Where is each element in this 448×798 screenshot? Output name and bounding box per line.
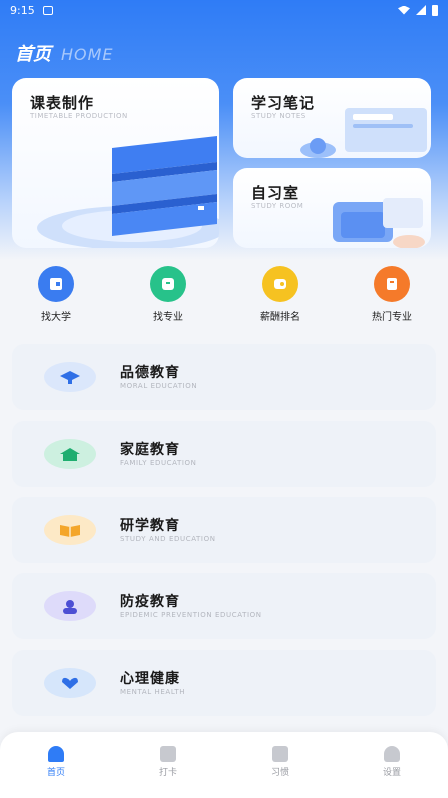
- habit-icon: [272, 746, 288, 762]
- page-title: 首页: [15, 44, 51, 65]
- tab-home[interactable]: 首页: [26, 746, 86, 778]
- book-icon: [44, 515, 96, 545]
- tab-label: 习惯: [270, 768, 289, 778]
- quick-label: 热门专业: [372, 312, 412, 323]
- quick-actions: 找大学 找专业 薪酬排名 热门专业: [0, 262, 448, 334]
- list-item-title: 心理健康: [120, 671, 180, 687]
- tab-label: 首页: [46, 768, 65, 778]
- clipboard-check-icon: [160, 746, 176, 762]
- list-item-title: 品德教育: [120, 365, 180, 381]
- list-item-study[interactable]: 研学教育 STUDY AND EDUCATION: [12, 497, 436, 563]
- battery-icon: [432, 4, 438, 16]
- notes-illustration: [300, 108, 427, 158]
- quick-label: 薪酬排名: [260, 312, 300, 323]
- study-notes-card[interactable]: 学习笔记 STUDY NOTES: [233, 78, 431, 158]
- quick-find-major[interactable]: 找专业: [128, 262, 208, 323]
- user-settings-icon: [384, 746, 400, 762]
- house-icon: [44, 439, 96, 469]
- list-item-moral[interactable]: 品德教育 MORAL EDUCATION: [12, 344, 436, 410]
- status-time: 9:15: [10, 3, 35, 17]
- list-item-title: 家庭教育: [120, 442, 180, 458]
- signal-icon: [416, 5, 426, 15]
- tab-habits[interactable]: 习惯: [250, 746, 310, 778]
- notification-icon: [42, 5, 53, 15]
- list-item-subtitle: FAMILY EDUCATION: [120, 459, 197, 467]
- quick-salary-ranking[interactable]: 薪酬排名: [240, 262, 320, 323]
- list-item-subtitle: MORAL EDUCATION: [120, 382, 198, 390]
- university-icon: [38, 266, 74, 302]
- major-icon: [150, 266, 186, 302]
- tab-settings[interactable]: 设置: [362, 746, 422, 778]
- study-room-illustration: [333, 198, 425, 248]
- list-item-subtitle: MENTAL HEALTH: [120, 688, 186, 696]
- list-item-mental[interactable]: 心理健康 MENTAL HEALTH: [12, 650, 436, 716]
- quick-label: 找专业: [153, 312, 183, 323]
- tab-label: 设置: [382, 768, 401, 778]
- bottom-tab-bar: 首页 打卡 习惯 设置: [0, 732, 448, 798]
- hot-major-icon: [374, 266, 410, 302]
- quick-label: 找大学: [41, 312, 71, 323]
- page-title-en: HOME: [61, 45, 114, 64]
- list-item-family[interactable]: 家庭教育 FAMILY EDUCATION: [12, 421, 436, 487]
- list-item-title: 防疫教育: [120, 594, 180, 610]
- tab-label: 打卡: [158, 768, 177, 778]
- list-item-subtitle: STUDY AND EDUCATION: [120, 535, 216, 543]
- timetable-card[interactable]: 课表制作 TIMETABLE PRODUCTION: [12, 78, 219, 248]
- quick-hot-majors[interactable]: 热门专业: [352, 262, 432, 323]
- list-item-subtitle: EPIDEMIC PREVENTION EDUCATION: [120, 611, 262, 619]
- tab-checkin[interactable]: 打卡: [138, 746, 198, 778]
- graduation-cap-icon: [44, 362, 96, 392]
- salary-icon: [262, 266, 298, 302]
- list-item-title: 研学教育: [120, 518, 180, 534]
- status-bar: 9:15: [0, 0, 448, 20]
- home-icon: [48, 746, 64, 762]
- doctor-icon: [44, 591, 96, 621]
- page-header: 首页 HOME: [15, 40, 114, 66]
- list-item-epidemic[interactable]: 防疫教育 EPIDEMIC PREVENTION EDUCATION: [12, 573, 436, 639]
- wifi-icon: [398, 5, 410, 15]
- study-room-card[interactable]: 自习室 STUDY ROOM: [233, 168, 431, 248]
- stacked-books-illustration: [37, 136, 219, 248]
- status-icons: [398, 4, 438, 16]
- quick-find-university[interactable]: 找大学: [16, 262, 96, 323]
- heart-hands-icon: [44, 668, 96, 698]
